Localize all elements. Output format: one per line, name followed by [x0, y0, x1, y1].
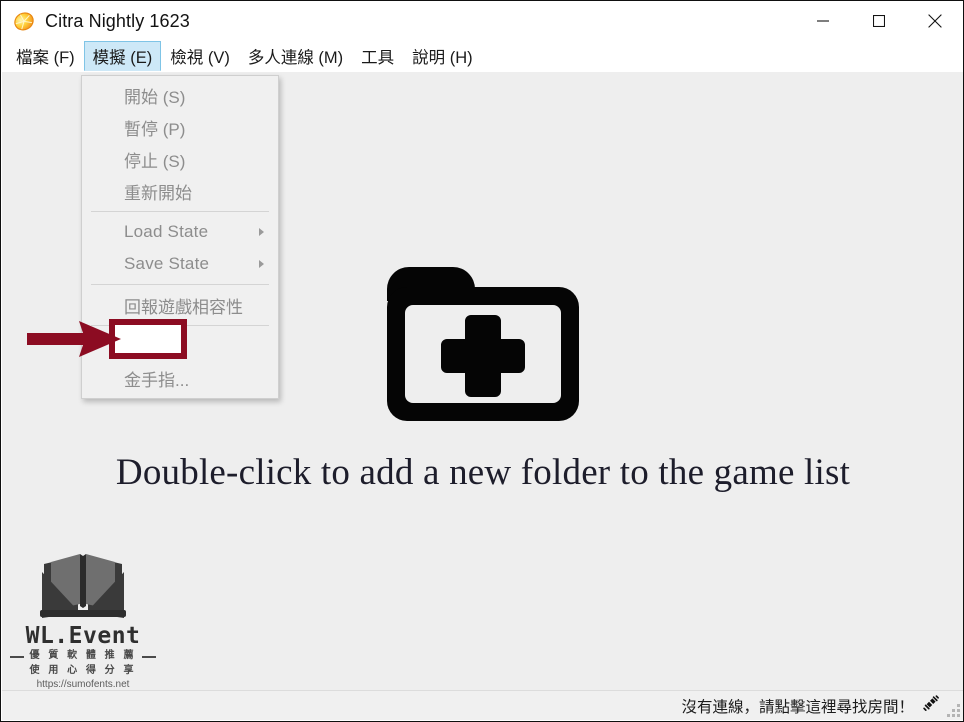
menu-item-report-compatibility[interactable]: 回報遊戲相容性 — [82, 289, 278, 321]
menu-view[interactable]: 檢視 (V) — [161, 41, 239, 71]
menu-separator — [91, 325, 269, 326]
menu-item-load-state-label: Load State — [124, 222, 209, 241]
open-book-icon — [40, 553, 126, 618]
menu-item-stop[interactable]: 停止 (S) — [82, 143, 278, 175]
empty-state-text: Double-click to add a new folder to the … — [115, 452, 851, 493]
menu-emulation[interactable]: 模擬 (E) — [83, 41, 162, 71]
citra-lemon-icon — [13, 10, 35, 32]
citra-main-window: Citra Nightly 1623 檔案 (F) 模擬 (E) 檢視 (V) … — [0, 0, 964, 722]
menu-help[interactable]: 說明 (H) — [403, 41, 482, 71]
menu-multiplayer[interactable]: 多人連線 (M) — [239, 41, 352, 71]
window-title: Citra Nightly 1623 — [45, 10, 190, 31]
emulation-dropdown-menu: 開始 (S) 暫停 (P) 停止 (S) 重新開始 Load State Sav… — [81, 75, 279, 399]
close-button[interactable] — [907, 1, 963, 41]
menu-item-load-state[interactable]: Load State — [82, 216, 278, 248]
resize-grip-icon[interactable] — [947, 704, 961, 718]
watermark-url: https://sumofents.net — [36, 679, 130, 690]
menu-item-save-state-label: Save State — [124, 254, 210, 273]
maximize-button[interactable] — [851, 1, 907, 41]
multiplayer-status-text: 沒有連線，請點擊這裡尋找房間！ — [681, 698, 914, 716]
menu-tools[interactable]: 工具 — [352, 41, 403, 71]
menu-bar: 檔案 (F) 模擬 (E) 檢視 (V) 多人連線 (M) 工具 說明 (H) — [1, 41, 963, 71]
title-bar[interactable]: Citra Nightly 1623 — [1, 1, 963, 41]
menu-item-configure[interactable] — [82, 330, 278, 362]
menu-item-pause[interactable]: 暫停 (P) — [82, 111, 278, 143]
menu-separator — [91, 284, 269, 285]
watermark-overlay: WL.Event 優 質 軟 體 推 薦 使 用 心 得 分 享 https:/… — [10, 548, 156, 690]
menu-item-cheats[interactable]: 金手指... — [82, 362, 278, 394]
watermark-line-2: 使 用 心 得 分 享 — [29, 665, 137, 676]
menu-item-start[interactable]: 開始 (S) — [82, 79, 278, 111]
multiplayer-status-link[interactable]: 沒有連線，請點擊這裡尋找房間！ — [681, 694, 940, 717]
status-bar: 沒有連線，請點擊這裡尋找房間！ — [2, 690, 963, 720]
menu-file[interactable]: 檔案 (F) — [7, 41, 84, 71]
minimize-button[interactable] — [795, 1, 851, 41]
watermark-line-1: 優 質 軟 體 推 薦 — [10, 648, 156, 663]
menu-separator — [91, 211, 269, 212]
folder-add-icon — [387, 267, 579, 421]
chevron-right-icon — [259, 260, 264, 268]
network-plug-disconnected-icon — [922, 694, 940, 717]
menu-item-save-state[interactable]: Save State — [82, 248, 278, 280]
menu-item-restart[interactable]: 重新開始 — [82, 175, 278, 207]
watermark-title: WL.Event — [25, 622, 141, 649]
window-controls — [795, 1, 963, 41]
chevron-right-icon — [259, 228, 264, 236]
